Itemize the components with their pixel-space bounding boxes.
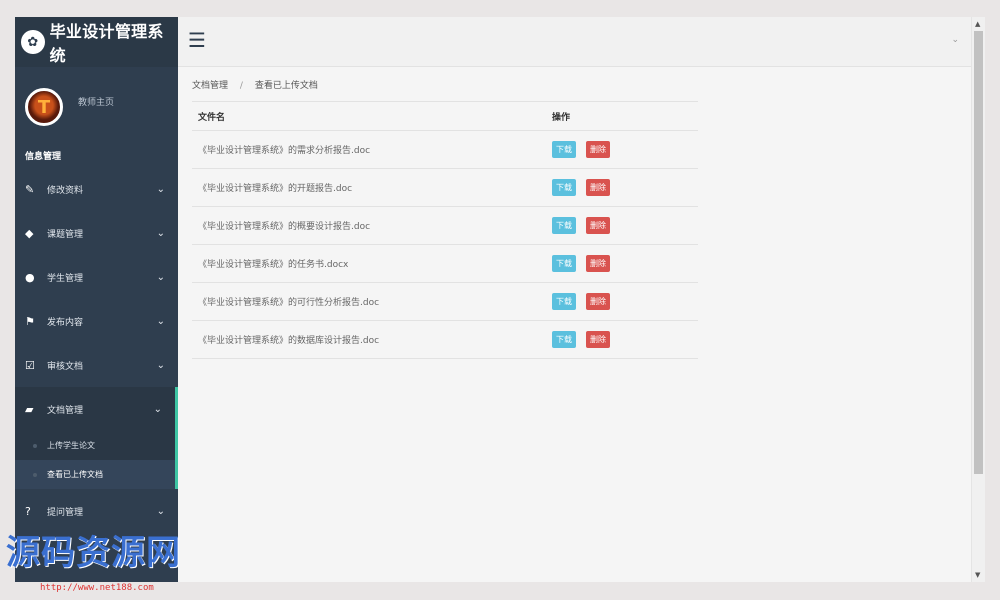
chevron-down-icon: ⌄ (156, 227, 165, 239)
flag-icon: ⚑ (25, 314, 35, 328)
sidebar: ✿ 毕业设计管理系统 T 教师主页 信息管理 ✎ 修改资料 ⌄ ◆ 课题管理 ⌄… (15, 17, 178, 582)
breadcrumb-current: 查看已上传文档 (254, 81, 318, 91)
brand-title: 毕业设计管理系统 (49, 22, 164, 65)
table-row: 《毕业设计管理系统》的开题报告.doc 下载 删除 (192, 168, 698, 207)
top-header: ☰ ⌄ (178, 17, 971, 67)
documents-table: 文件名 操作 《毕业设计管理系统》的需求分析报告.doc 下载 删除 《毕业设计管… (192, 101, 698, 359)
sidebar-item-topics[interactable]: ◆ 课题管理 ⌄ (15, 211, 178, 255)
submenu-item-upload[interactable]: 上传学生论文 (15, 431, 175, 460)
submenu-item-view-uploaded[interactable]: 查看已上传文档 (15, 460, 175, 489)
chevron-down-icon: ⌄ (153, 403, 162, 415)
chevron-down-icon[interactable]: ⌄ (951, 35, 959, 45)
delete-button[interactable]: 删除 (586, 141, 610, 158)
sidebar-item-edit-profile[interactable]: ✎ 修改资料 ⌄ (15, 167, 178, 211)
file-name: 《毕业设计管理系统》的数据库设计报告.doc (192, 320, 546, 359)
download-button[interactable]: 下载 (552, 293, 576, 310)
sidebar-item-label: 学生管理 (47, 273, 84, 284)
delete-button[interactable]: 删除 (586, 217, 610, 234)
profile: T 教师主页 (15, 67, 178, 147)
sidebar-item-documents[interactable]: ▰ 文档管理 ⌄ (15, 387, 178, 431)
paw-icon: ✿ (21, 30, 45, 54)
app-frame: ✿ 毕业设计管理系统 T 教师主页 信息管理 ✎ 修改资料 ⌄ ◆ 课题管理 ⌄… (15, 17, 985, 582)
download-button[interactable]: 下载 (552, 331, 576, 348)
column-header-actions: 操作 (546, 101, 698, 131)
delete-button[interactable]: 删除 (586, 255, 610, 272)
scroll-up-arrow-icon[interactable]: ▲ (975, 20, 980, 28)
download-button[interactable]: 下载 (552, 141, 576, 158)
row-actions: 下载 删除 (546, 282, 698, 321)
delete-button[interactable]: 删除 (586, 331, 610, 348)
table-row: 《毕业设计管理系统》的可行性分析报告.doc 下载 删除 (192, 282, 698, 321)
chevron-down-icon: ⌄ (156, 315, 165, 327)
profile-name[interactable]: 教师主页 (78, 95, 114, 108)
table-row: 《毕业设计管理系统》的概要设计报告.doc 下载 删除 (192, 206, 698, 245)
row-actions: 下载 删除 (546, 320, 698, 359)
breadcrumb-separator: / (239, 81, 243, 91)
check-square-icon: ☑ (25, 358, 35, 372)
breadcrumb-parent[interactable]: 文档管理 (192, 81, 228, 91)
delete-button[interactable]: 删除 (586, 179, 610, 196)
sidebar-item-label: 文档管理 (47, 405, 84, 416)
sidebar-item-label: 提问管理 (47, 507, 84, 518)
chevron-down-icon: ⌄ (156, 271, 165, 283)
breadcrumb: 文档管理 / 查看已上传文档 (192, 78, 318, 91)
section-title: 信息管理 (25, 152, 62, 162)
tag-icon: ◆ (25, 226, 34, 240)
watermark-text: 源码资源网 (6, 533, 181, 573)
file-name: 《毕业设计管理系统》的概要设计报告.doc (192, 206, 546, 245)
table-header-row: 文件名 操作 (192, 101, 698, 131)
delete-button[interactable]: 删除 (586, 293, 610, 310)
documents-submenu: 上传学生论文 查看已上传文档 (15, 431, 178, 489)
sidebar-item-questions[interactable]: ? 提问管理 ⌄ (15, 489, 178, 533)
edit-icon: ✎ (25, 182, 35, 196)
column-header-name: 文件名 (192, 101, 546, 131)
file-name: 《毕业设计管理系统》的任务书.docx (192, 244, 546, 283)
download-button[interactable]: 下载 (552, 255, 576, 272)
sidebar-item-review[interactable]: ☑ 审核文档 ⌄ (15, 343, 178, 387)
scroll-down-arrow-icon[interactable]: ▼ (975, 571, 980, 579)
sidebar-item-publish[interactable]: ⚑ 发布内容 ⌄ (15, 299, 178, 343)
download-button[interactable]: 下载 (552, 217, 576, 234)
download-button[interactable]: 下载 (552, 179, 576, 196)
user-icon: ● (25, 270, 35, 284)
file-name: 《毕业设计管理系统》的需求分析报告.doc (192, 130, 546, 169)
folder-open-icon: ▰ (25, 402, 34, 416)
chevron-down-icon: ⌄ (156, 505, 165, 517)
watermark-url: http://www.net188.com (40, 583, 154, 593)
hamburger-icon[interactable]: ☰ (188, 30, 206, 50)
avatar[interactable]: T (25, 88, 63, 126)
sidebar-item-label: 审核文档 (47, 361, 84, 372)
row-actions: 下载 删除 (546, 130, 698, 169)
chevron-down-icon: ⌄ (156, 183, 165, 195)
sidebar-item-label: 修改资料 (47, 185, 84, 196)
vertical-scrollbar[interactable]: ▲ ▼ (971, 17, 985, 582)
sidebar-item-label: 课题管理 (47, 229, 84, 240)
row-actions: 下载 删除 (546, 168, 698, 207)
table-row: 《毕业设计管理系统》的需求分析报告.doc 下载 删除 (192, 130, 698, 169)
table-row: 《毕业设计管理系统》的任务书.docx 下载 删除 (192, 244, 698, 283)
main-content: 文档管理 / 查看已上传文档 文件名 操作 《毕业设计管理系统》的需求分析报告.… (178, 67, 971, 582)
chevron-down-icon: ⌄ (156, 359, 165, 371)
scrollbar-thumb[interactable] (974, 31, 983, 474)
file-name: 《毕业设计管理系统》的开题报告.doc (192, 168, 546, 207)
sidebar-item-students[interactable]: ● 学生管理 ⌄ (15, 255, 178, 299)
brand[interactable]: ✿ 毕业设计管理系统 (15, 17, 178, 67)
row-actions: 下载 删除 (546, 244, 698, 283)
question-circle-icon: ? (25, 504, 31, 518)
sidebar-item-label: 发布内容 (47, 317, 84, 328)
row-actions: 下载 删除 (546, 206, 698, 245)
file-name: 《毕业设计管理系统》的可行性分析报告.doc (192, 282, 546, 321)
table-row: 《毕业设计管理系统》的数据库设计报告.doc 下载 删除 (192, 320, 698, 359)
